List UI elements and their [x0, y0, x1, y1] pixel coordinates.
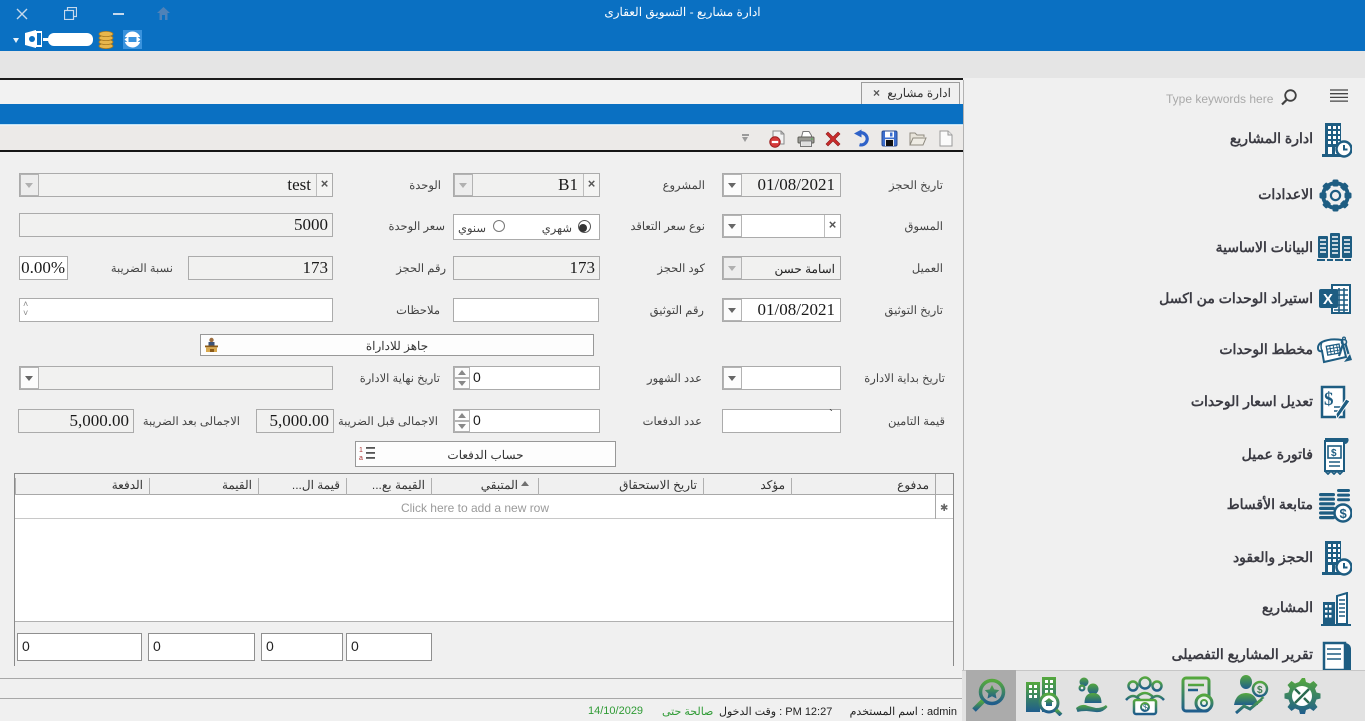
svg-text:$: $	[1143, 703, 1148, 713]
svg-text:a: a	[359, 455, 363, 462]
svg-text:$: $	[1257, 685, 1263, 696]
svg-text:$: $	[1340, 506, 1348, 521]
svg-text:$: $	[1331, 448, 1337, 459]
svg-text:X: X	[1323, 291, 1333, 308]
svg-text:$: $	[1324, 389, 1334, 410]
svg-text:1: 1	[359, 447, 363, 454]
